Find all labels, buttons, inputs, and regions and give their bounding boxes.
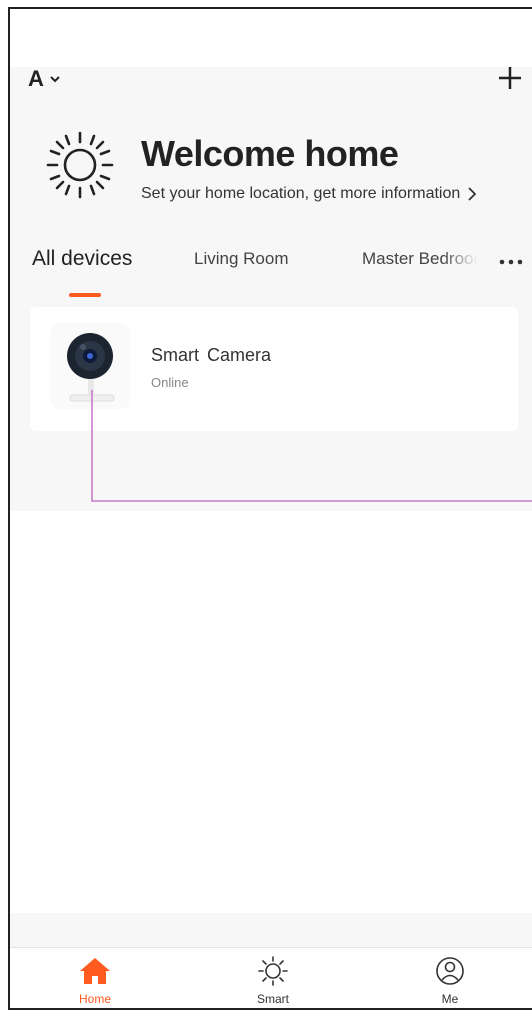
tab-master-bedroom[interactable]: Master Bedroom [362,249,477,269]
nav-home-label: Home [78,992,111,1006]
person-icon [436,957,464,985]
nav-me-label: Me [441,992,459,1006]
chevron-down-icon [50,76,60,83]
plus-icon[interactable] [496,64,524,92]
nav-smart-label: Smart [256,992,289,1006]
nav-home[interactable]: Home [55,956,135,1006]
welcome-title: Welcome home [141,133,399,174]
device-name: Smart Camera [151,345,272,365]
tab-all-devices[interactable]: All devices [32,247,132,271]
nav-smart[interactable]: Smart [233,956,313,1006]
more-icon[interactable] [498,257,524,267]
welcome-subtitle: Set your home location, get more informa… [141,185,461,202]
set-location-link[interactable]: Set your home location, get more informa… [141,185,477,203]
sun-icon [258,956,288,986]
room-tabs: All devices Living Room Master Bedroom [10,247,532,309]
device-list-empty-area [10,511,532,913]
camera-icon [67,333,115,402]
app-screen: A Welcome home Set your home location, g… [8,7,532,1010]
device-card[interactable]: Smart Camera Online [30,307,518,431]
chevron-right-icon [468,187,477,201]
home-selector[interactable]: A [28,66,60,92]
active-tab-indicator [69,293,101,297]
status-area [10,9,532,67]
device-status: Online [151,375,189,390]
device-thumbnail [50,323,130,409]
tab-living-room[interactable]: Living Room [194,249,289,269]
sun-icon [46,131,114,199]
home-icon [80,958,110,984]
bottom-nav: Home Smart Me [10,948,532,1008]
nav-me[interactable]: Me [410,956,490,1006]
home-name-label: A [28,66,44,91]
